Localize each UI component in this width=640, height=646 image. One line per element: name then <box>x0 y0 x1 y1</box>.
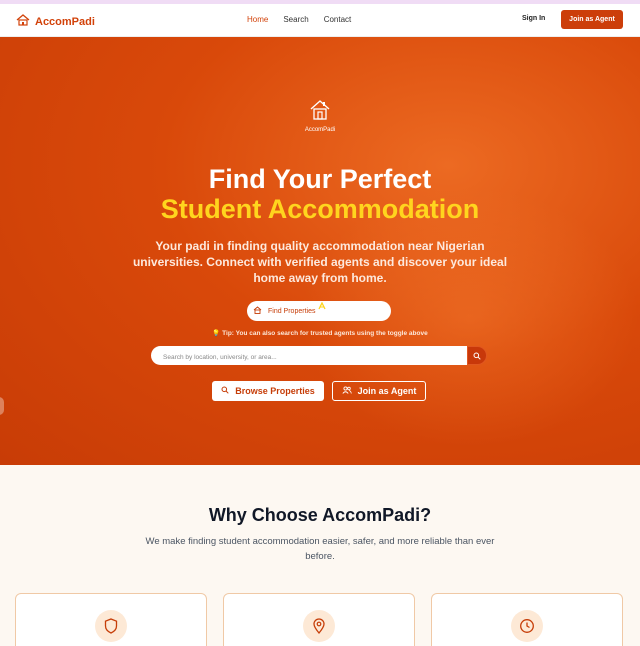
why-title: Why Choose AccomPadi? <box>208 505 432 525</box>
users-icon <box>342 386 352 396</box>
top-navbar: AccomPadi Home Search Contact Sign In Jo… <box>0 4 640 37</box>
hero-logo: AccomPadi <box>300 99 340 133</box>
carousel-edge-handle[interactable] <box>0 397 4 415</box>
sign-in-link[interactable]: Sign In <box>522 15 545 22</box>
feature-card <box>15 593 207 646</box>
search-tip: 💡 Tip: You can also search for trusted a… <box>212 330 428 337</box>
join-as-agent-hero-button[interactable]: Join as Agent <box>332 381 426 401</box>
map-pin-icon <box>303 610 335 642</box>
join-as-agent-nav-button[interactable]: Join as Agent <box>561 10 623 29</box>
house-logo-icon <box>16 13 30 31</box>
browse-properties-button[interactable]: Browse Properties <box>212 381 324 401</box>
feature-card <box>223 593 415 646</box>
nav-link-home[interactable]: Home <box>247 15 268 24</box>
home-icon <box>253 306 262 316</box>
shield-icon <box>95 610 127 642</box>
hero-subtitle: Your padi in finding quality accommodati… <box>132 239 508 285</box>
hero-title-line2: Student Accommodation <box>160 194 480 224</box>
nav-link-contact[interactable]: Contact <box>324 15 352 24</box>
search-input[interactable] <box>151 348 451 367</box>
search-icon <box>221 386 229 396</box>
hero-section: AccomPadi Find Your Perfect Student Acco… <box>0 37 640 465</box>
hero-title-line1: Find Your Perfect <box>208 164 432 194</box>
why-subtitle: We make finding student accommodation ea… <box>145 536 495 562</box>
hero-logo-label: AccomPadi <box>304 127 336 133</box>
clock-icon <box>511 610 543 642</box>
house-logo-icon <box>309 100 331 125</box>
search-icon <box>473 347 481 365</box>
browse-properties-label: Browse Properties <box>235 386 315 396</box>
search-bar <box>151 346 468 367</box>
feature-card <box>431 593 623 646</box>
search-submit-button[interactable] <box>467 346 487 365</box>
why-choose-section: Why Choose AccomPadi? We make finding st… <box>0 465 640 646</box>
nav-link-search[interactable]: Search <box>283 15 308 24</box>
brand-name: AccomPadi <box>35 16 95 28</box>
brand-logo[interactable]: AccomPadi <box>16 13 95 31</box>
nav-links: Home Search Contact <box>247 15 351 24</box>
join-as-agent-label: Join as Agent <box>357 386 417 396</box>
toggle-find-properties-label[interactable]: Find Properties <box>268 308 315 315</box>
sparkle-icon <box>318 297 326 310</box>
